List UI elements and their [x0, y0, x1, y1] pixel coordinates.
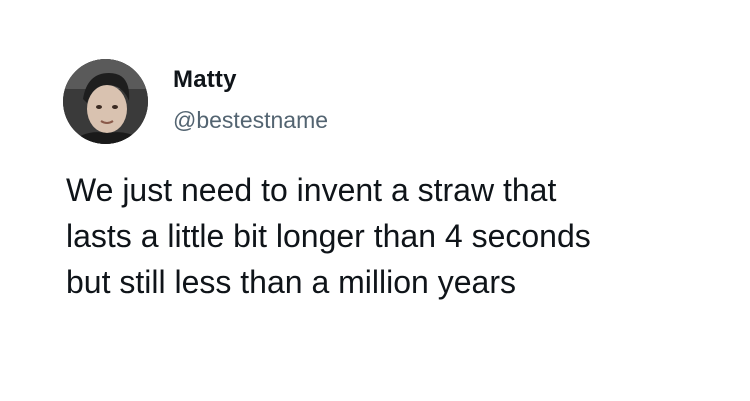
profile-photo-icon — [63, 59, 148, 144]
user-handle[interactable]: @bestestname — [173, 107, 328, 134]
tweet-text-line: We just need to invent a straw that — [66, 172, 557, 208]
tweet-card: Matty @bestestname We just need to inven… — [0, 0, 750, 401]
tweet-text-line: but still less than a million years — [66, 264, 516, 300]
tweet-text-line: lasts a little bit longer than 4 seconds — [66, 218, 591, 254]
display-name[interactable]: Matty — [173, 66, 237, 94]
tweet-text: We just need to invent a straw that last… — [66, 167, 726, 305]
avatar[interactable] — [63, 59, 148, 144]
